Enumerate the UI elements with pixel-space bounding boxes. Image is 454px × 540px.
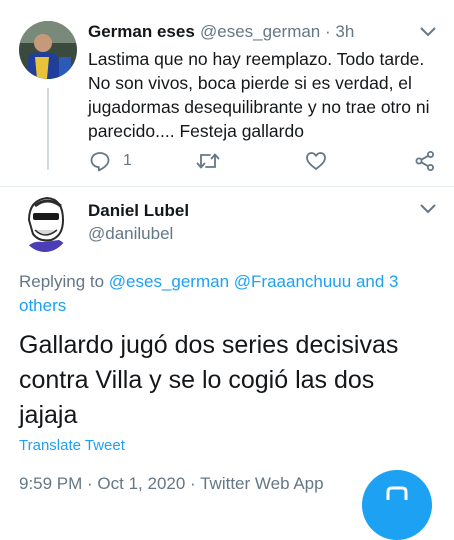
avatar[interactable] <box>19 190 71 252</box>
chevron-down-icon[interactable] <box>420 27 436 37</box>
divider <box>0 186 454 187</box>
tweet-text: Lastima que no hay reemplazo. Todo tarde… <box>88 49 430 141</box>
compose-icon <box>386 486 408 500</box>
compose-button[interactable] <box>362 470 432 540</box>
reply-button[interactable]: 1 <box>89 148 132 174</box>
chevron-down-icon[interactable] <box>420 204 436 214</box>
tweet-meta: 9:59 PM · Oct 1, 2020 · Twitter Web App <box>19 474 324 493</box>
author-handle[interactable]: @danilubel <box>88 224 173 244</box>
replying-to: Replying to @eses_german @Fraaanchuuu an… <box>19 272 399 315</box>
mention-link[interactable]: @eses_german <box>109 272 229 291</box>
like-icon <box>306 152 326 170</box>
tweet-text: Gallardo jugó dos series decisivas contr… <box>19 331 399 429</box>
share-button[interactable] <box>414 148 436 174</box>
mention-link[interactable]: @Fraaanchuuu <box>234 272 351 291</box>
retweet-button[interactable] <box>196 148 220 174</box>
author-handle-and-time[interactable]: @eses_german · 3h <box>200 22 354 42</box>
retweet-icon <box>196 153 220 169</box>
avatar[interactable] <box>19 21 77 79</box>
author-name[interactable]: Daniel Lubel <box>88 201 189 221</box>
translate-tweet-link[interactable]: Translate Tweet <box>19 437 125 454</box>
author-name[interactable]: German eses <box>88 22 195 42</box>
reply-icon <box>90 152 110 172</box>
reply-count: 1 <box>123 152 132 169</box>
tweet-actions: 1 <box>0 148 454 174</box>
share-icon <box>415 151 434 171</box>
like-button[interactable] <box>305 148 327 174</box>
